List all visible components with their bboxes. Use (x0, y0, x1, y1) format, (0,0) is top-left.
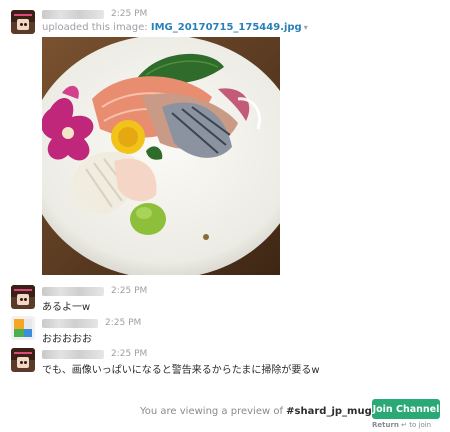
user-avatar[interactable] (11, 316, 35, 340)
redacted-username[interactable] (42, 10, 104, 19)
timestamp[interactable]: 2:25 PM (111, 286, 147, 296)
file-name-link[interactable]: IMG_20170715_175449.jpg (151, 22, 302, 33)
timestamp[interactable]: 2:25 PM (111, 349, 147, 359)
upload-prefix: uploaded this image: (42, 22, 148, 33)
preview-notice: You are viewing a preview of #shard_jp_m… (140, 406, 386, 417)
message-text: おおおおお (42, 334, 92, 345)
upload-caption: uploaded this image: IMG_20170715_175449… (42, 22, 308, 33)
user-avatar[interactable] (11, 10, 35, 34)
user-avatar[interactable] (11, 348, 35, 372)
chevron-down-icon[interactable]: ▾ (304, 23, 308, 32)
message-text: あるよ一w (42, 302, 91, 313)
join-hint: Return ↵ to join (372, 421, 431, 429)
user-avatar[interactable] (11, 285, 35, 309)
message-text: でも、画像いっぱいになると警告来るからたまに掃除が要るw (42, 365, 320, 376)
redacted-username[interactable] (42, 350, 104, 359)
return-key-icon: ↵ (401, 421, 408, 429)
timestamp[interactable]: 2:25 PM (105, 318, 141, 328)
timestamp[interactable]: 2:25 PM (111, 9, 147, 19)
hint-text: to join (409, 421, 432, 429)
channel-name: #shard_jp_mugen (286, 406, 386, 417)
hint-key: Return (372, 421, 399, 429)
uploaded-image[interactable] (42, 37, 280, 275)
preview-text: You are viewing a preview of (140, 406, 283, 417)
redacted-username[interactable] (42, 319, 98, 328)
redacted-username[interactable] (42, 287, 104, 296)
join-channel-button[interactable]: Join Channel (372, 399, 440, 419)
